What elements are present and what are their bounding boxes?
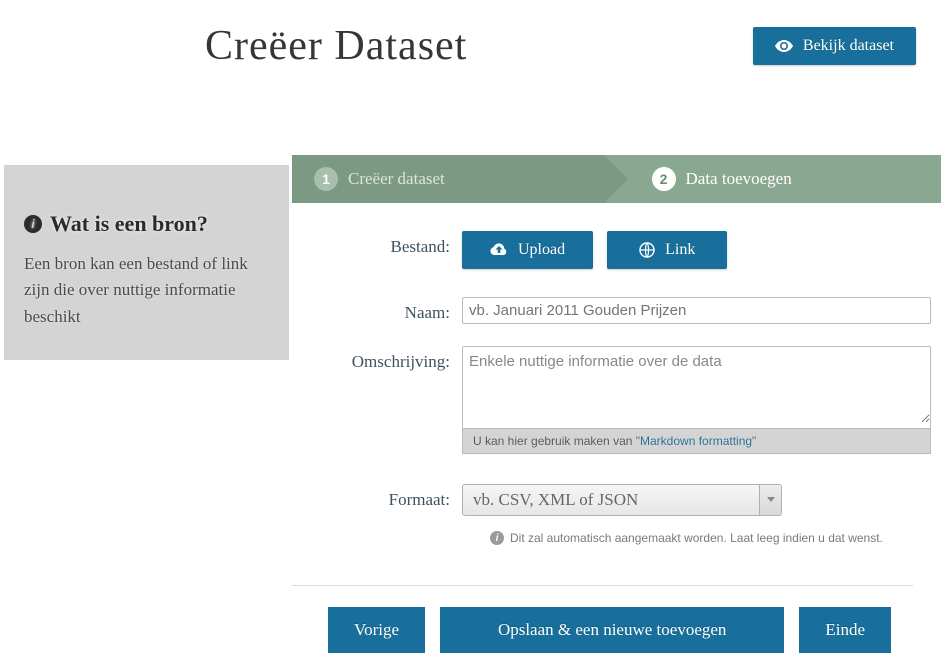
stage-add-data[interactable]: 2 Data toevoegen (604, 155, 941, 203)
upload-button[interactable]: Upload (462, 231, 593, 269)
form-area: Bestand: Upload Link (292, 203, 941, 663)
link-label: Link (665, 241, 695, 259)
sidebar-help: i Wat is een bron? Een bron kan een best… (4, 165, 289, 360)
description-input[interactable] (463, 347, 930, 423)
sidebar-heading-text: Wat is een bron? (50, 211, 208, 237)
row-description: Omschrijving: U kan hier gebruik maken v… (292, 346, 913, 454)
chevron-down-icon (759, 485, 781, 515)
markdown-hint: U kan hier gebruik maken van "Markdown f… (462, 429, 931, 454)
link-button[interactable]: Link (607, 231, 727, 269)
main-content: 1 Creëer dataset 2 Data toevoegen Bestan… (292, 155, 941, 663)
eye-icon (775, 40, 793, 52)
name-label: Naam: (292, 297, 450, 324)
row-format: Formaat: vb. CSV, XML of JSON i Dit zal … (292, 484, 913, 545)
globe-icon (639, 242, 655, 258)
stage-2-label: Data toevoegen (686, 169, 792, 189)
previous-button[interactable]: Vorige (328, 607, 425, 653)
info-icon: i (490, 531, 504, 545)
page-header: Creëer Dataset Bekijk dataset (0, 18, 941, 73)
view-dataset-label: Bekijk dataset (803, 37, 894, 55)
row-name: Naam: (292, 297, 913, 324)
cloud-upload-icon (490, 243, 508, 257)
view-dataset-button[interactable]: Bekijk dataset (753, 27, 916, 65)
markdown-hint-text: U kan hier gebruik maken van (473, 434, 636, 448)
stage-1-number: 1 (314, 167, 338, 191)
format-select-value: vb. CSV, XML of JSON (473, 490, 638, 509)
format-hint-text: Dit zal automatisch aangemaakt worden. L… (510, 531, 883, 545)
sidebar-heading: i Wat is een bron? (24, 211, 269, 237)
sidebar-body: Een bron kan een bestand of link zijn di… (24, 251, 269, 330)
save-add-button[interactable]: Opslaan & een nieuwe toevoegen (440, 607, 784, 653)
stage-2-number: 2 (652, 167, 676, 191)
description-wrap (462, 346, 931, 429)
page-title: Creëer Dataset (205, 22, 467, 70)
wizard-stages: 1 Creëer dataset 2 Data toevoegen (292, 155, 941, 203)
stage-1-label: Creëer dataset (348, 169, 445, 189)
stage-create-dataset[interactable]: 1 Creëer dataset (292, 155, 604, 203)
upload-label: Upload (518, 241, 565, 259)
file-label: Bestand: (292, 231, 450, 269)
description-label: Omschrijving: (292, 346, 450, 454)
name-input[interactable] (462, 297, 931, 324)
info-icon: i (24, 215, 42, 233)
markdown-link[interactable]: "Markdown formatting" (636, 434, 757, 448)
footer-actions: Vorige Opslaan & een nieuwe toevoegen Ei… (292, 586, 913, 653)
finish-button[interactable]: Einde (799, 607, 891, 653)
format-label: Formaat: (292, 484, 450, 545)
format-select[interactable]: vb. CSV, XML of JSON (462, 484, 782, 516)
format-hint: i Dit zal automatisch aangemaakt worden.… (490, 531, 913, 545)
row-file: Bestand: Upload Link (292, 231, 913, 269)
